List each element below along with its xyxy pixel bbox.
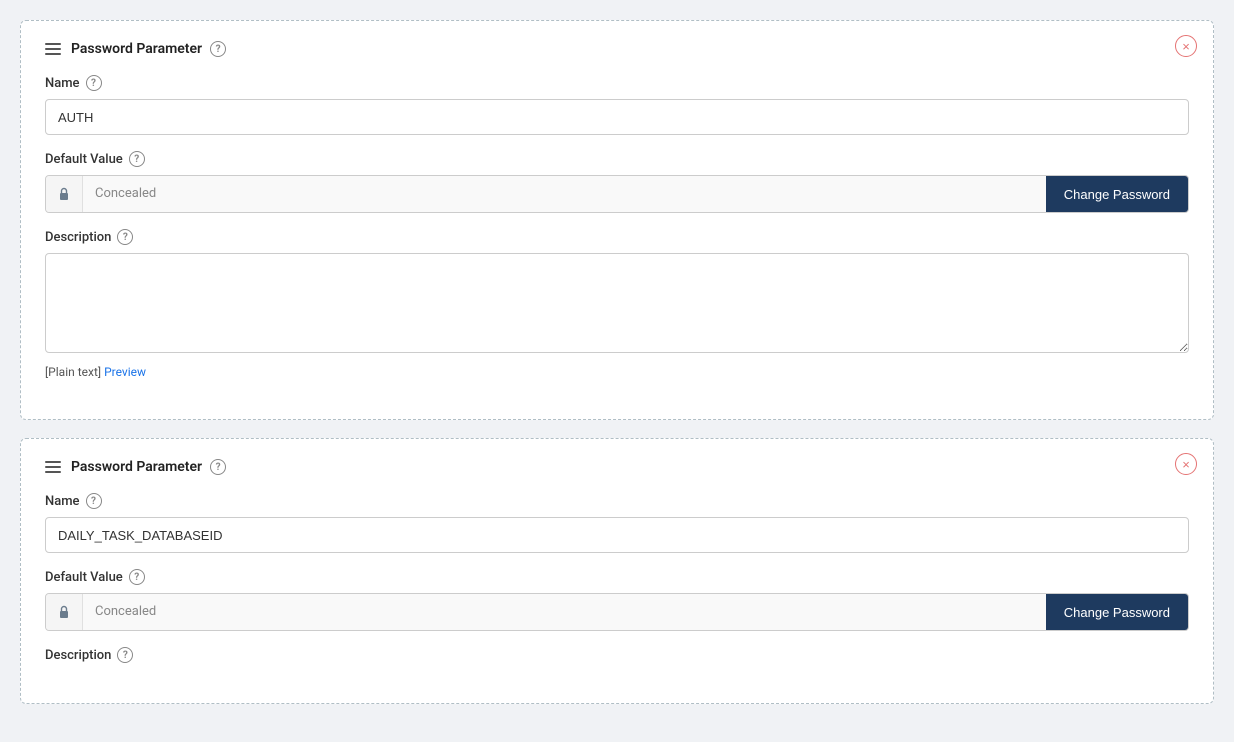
card-2-name-input[interactable]: [45, 517, 1189, 553]
card-1-name-help-icon[interactable]: ?: [86, 75, 102, 91]
card-2-close-button[interactable]: ×: [1175, 453, 1197, 475]
card-1-close-button[interactable]: ×: [1175, 35, 1197, 57]
card-1-name-input[interactable]: [45, 99, 1189, 135]
card-1-description-textarea[interactable]: [45, 253, 1189, 353]
lock-icon-2: [46, 594, 83, 630]
card-1-name-field-group: Name ?: [45, 75, 1189, 135]
card-2-change-password-button[interactable]: Change Password: [1046, 594, 1188, 630]
card-1-name-label: Name ?: [45, 75, 1189, 91]
card-2-name-label: Name ?: [45, 493, 1189, 509]
card-2-description-field-group: Description ?: [45, 647, 1189, 663]
card-2-password-field-wrapper: Concealed Change Password: [45, 593, 1189, 631]
card-1-password-field-wrapper: Concealed Change Password: [45, 175, 1189, 213]
card-1-description-help-icon[interactable]: ?: [117, 229, 133, 245]
card-1-title: Password Parameter: [71, 41, 202, 57]
card-2-description-help-icon[interactable]: ?: [117, 647, 133, 663]
card-1-description-field-group: Description ? [Plain text] Preview: [45, 229, 1189, 379]
card-1-concealed-text: Concealed: [83, 176, 1046, 212]
card-1-preview-link[interactable]: Preview: [104, 365, 146, 379]
password-parameter-card-2: Password Parameter ? × Name ? Default Va…: [20, 438, 1214, 704]
card-2-description-label: Description ?: [45, 647, 1189, 663]
card-2-concealed-text: Concealed: [83, 594, 1046, 630]
card-2-header: Password Parameter ?: [45, 459, 1189, 475]
card-1-description-label: Description ?: [45, 229, 1189, 245]
card-1-help-icon[interactable]: ?: [210, 41, 226, 57]
card-2-name-help-icon[interactable]: ?: [86, 493, 102, 509]
card-1-preview-text: [Plain text]: [45, 365, 101, 379]
card-2-help-icon[interactable]: ?: [210, 459, 226, 475]
card-2-name-field-group: Name ?: [45, 493, 1189, 553]
password-parameter-card-1: Password Parameter ? × Name ? Default Va…: [20, 20, 1214, 420]
card-1-change-password-button[interactable]: Change Password: [1046, 176, 1188, 212]
card-1-preview-row: [Plain text] Preview: [45, 365, 1189, 379]
drag-handle-icon[interactable]: [45, 43, 61, 55]
drag-handle-icon-2[interactable]: [45, 461, 61, 473]
card-1-default-value-help-icon[interactable]: ?: [129, 151, 145, 167]
card-2-title: Password Parameter: [71, 459, 202, 475]
card-2-default-value-field-group: Default Value ? Concealed Change Passwor…: [45, 569, 1189, 631]
card-1-default-value-label: Default Value ?: [45, 151, 1189, 167]
card-2-default-value-label: Default Value ?: [45, 569, 1189, 585]
card-1-header: Password Parameter ?: [45, 41, 1189, 57]
card-2-default-value-help-icon[interactable]: ?: [129, 569, 145, 585]
lock-icon: [46, 176, 83, 212]
card-1-default-value-field-group: Default Value ? Concealed Change Passwor…: [45, 151, 1189, 213]
